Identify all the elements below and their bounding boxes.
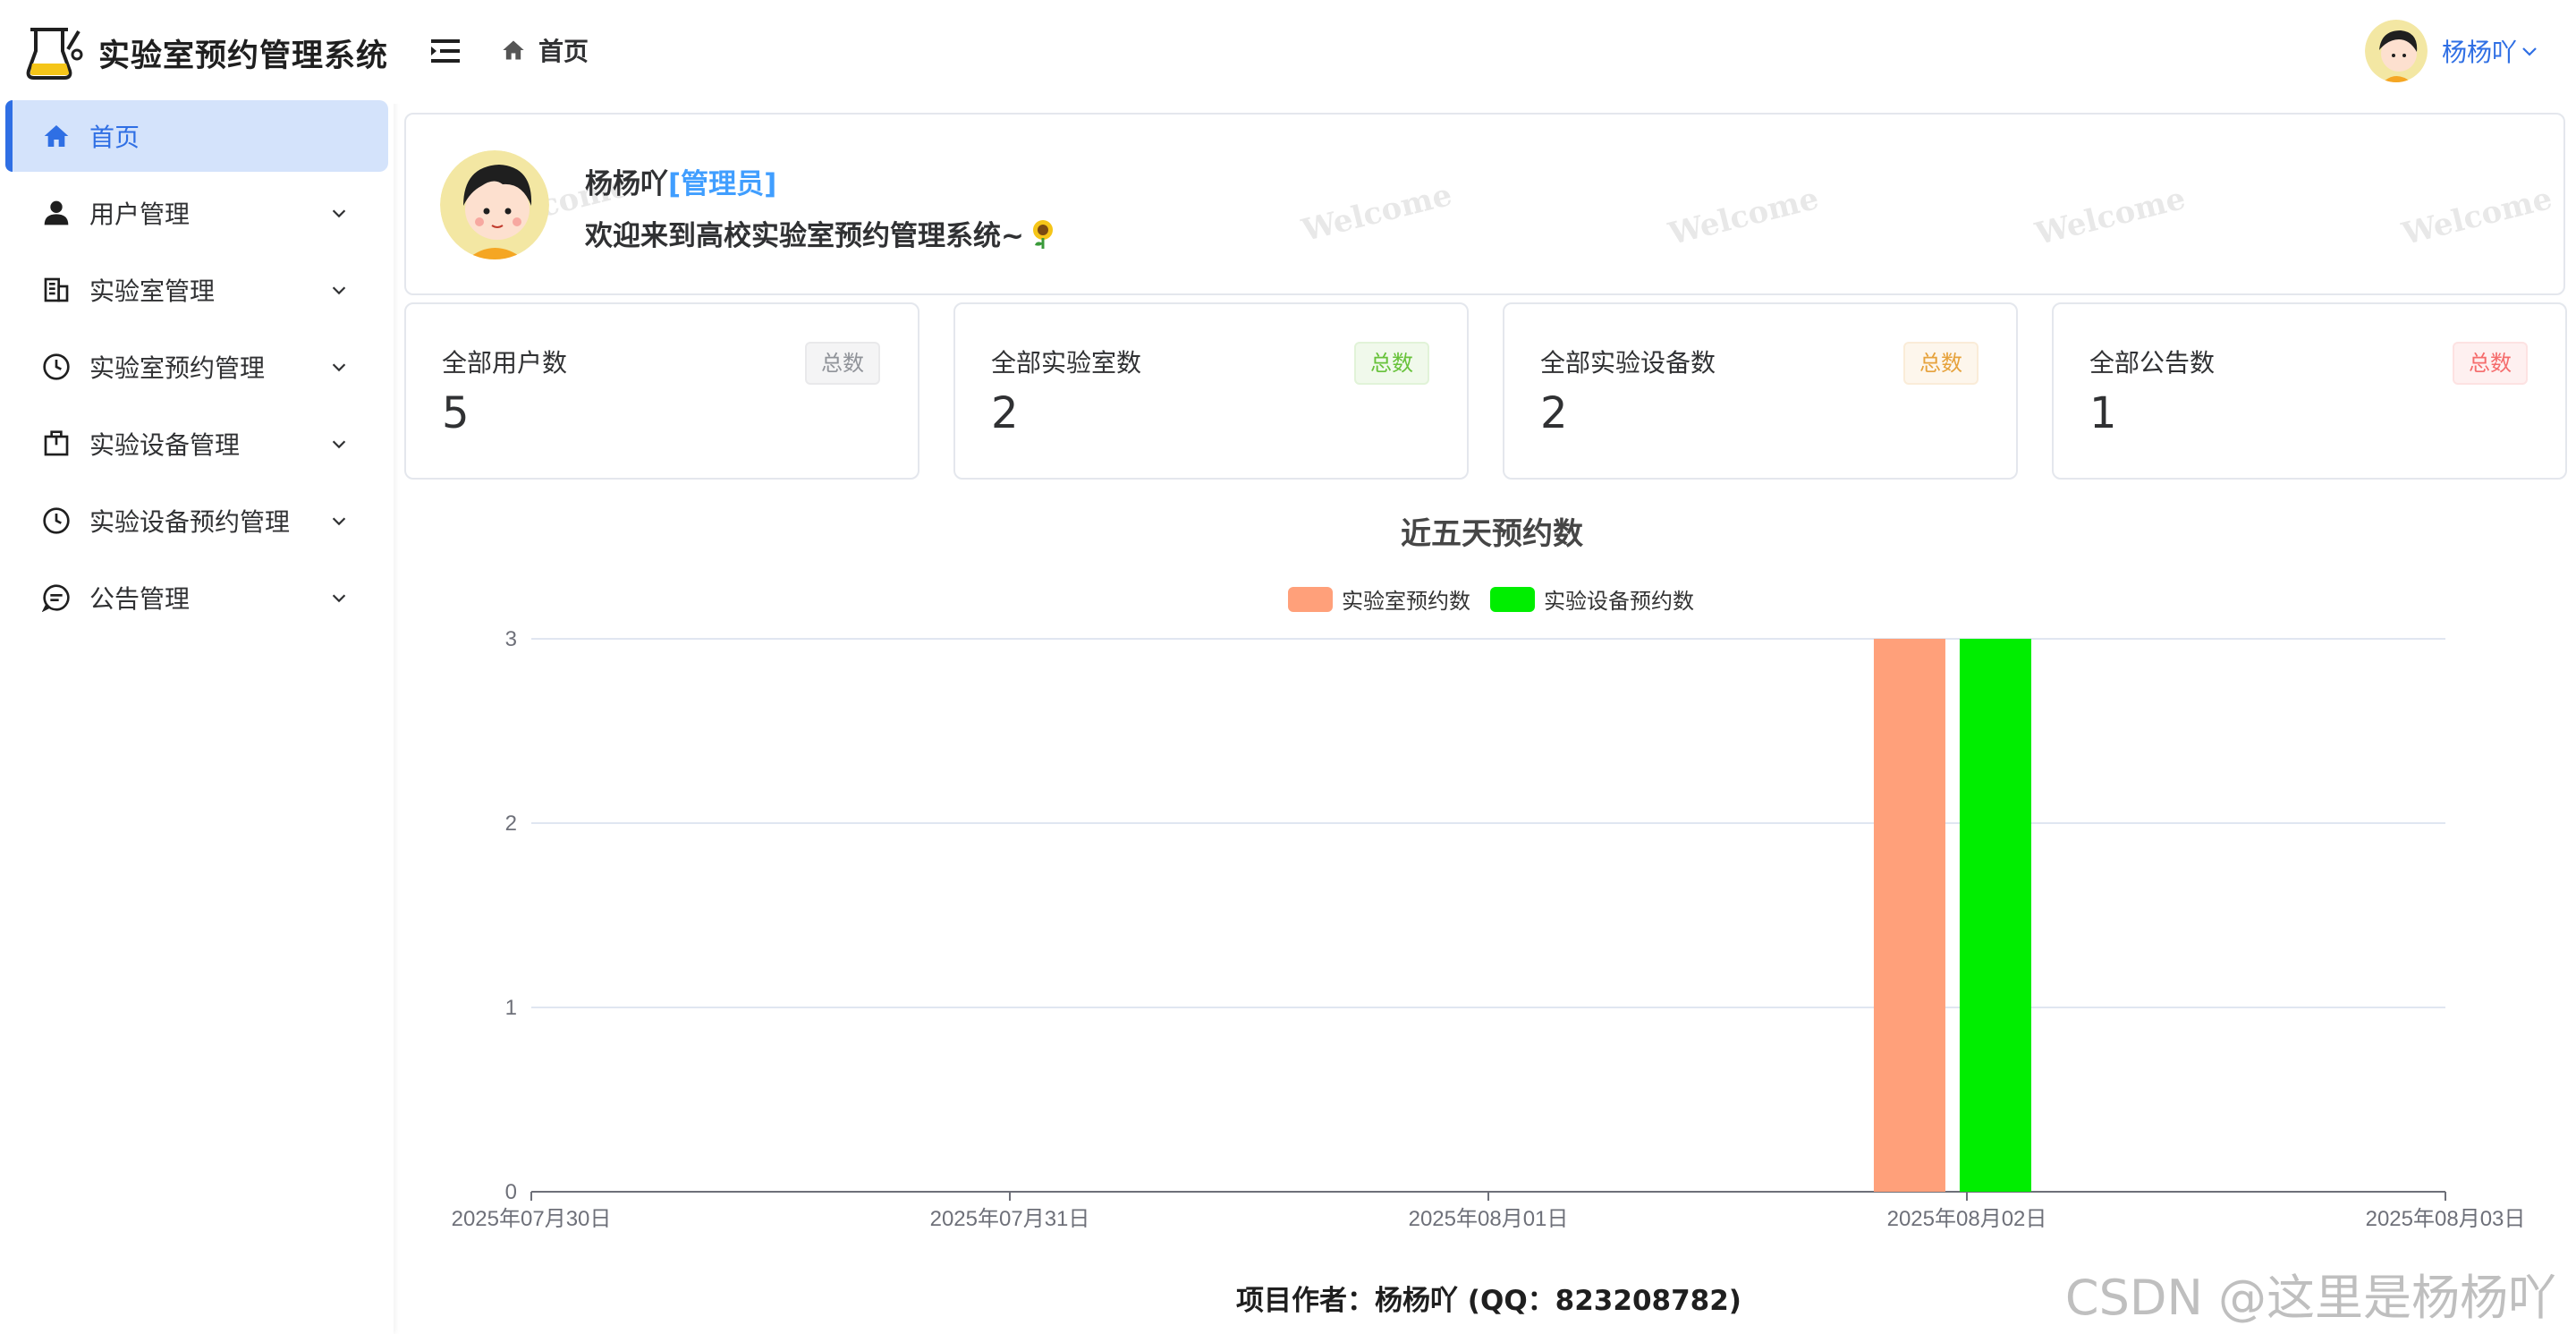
sidebar-menu: 首页 用户管理 实验室管理 实验室预约管理 实验设备管理 实验设备预约管理 公告…	[0, 100, 394, 639]
chevron-down-icon	[332, 594, 346, 603]
stat-label: 全部实验设备数	[1540, 348, 1716, 378]
brand[interactable]: 实验室预约管理系统	[25, 23, 388, 82]
sidebar-item-label: 用户管理	[89, 200, 191, 229]
stat-label: 全部公告数	[2089, 348, 2216, 378]
chart-title: 近五天预约数	[1401, 517, 1583, 551]
stat-card-notices: 全部公告数 1 总数	[2052, 302, 2567, 480]
sidebar-item-label: 实验设备预约管理	[89, 507, 291, 537]
y-tick-label: 1	[505, 996, 517, 1020]
welcome-watermark: Welcome	[1298, 176, 1456, 250]
bar	[1873, 639, 1945, 1192]
box-icon	[41, 429, 72, 459]
sunflower-icon	[1032, 219, 1053, 249]
stat-tag: 总数	[1903, 342, 1979, 385]
y-tick-label: 3	[505, 627, 517, 651]
bar	[1959, 639, 2031, 1192]
booking-chart: 近五天预约数实验室预约数 实验设备预约数 0 1 2 3 2025年07月30日 2025年0…	[404, 501, 2565, 1235]
corner-watermark: CSDN @这里是杨杨吖	[2064, 1270, 2556, 1326]
sidebar-item-label: 实验设备管理	[89, 430, 241, 460]
stat-tag: 总数	[2453, 342, 2528, 385]
stat-card-equipment: 全部实验设备数 2 总数	[1503, 302, 2018, 480]
sidebar-item-lab-booking[interactable]: 实验室预约管理	[5, 331, 388, 403]
legend-swatch	[1288, 587, 1333, 612]
breadcrumb-label: 首页	[538, 37, 589, 66]
chat-icon	[41, 582, 72, 613]
bar-chart-svg: 近五天预约数实验室预约数 实验设备预约数 0 1 2 3 2025年07月30日 2025年0…	[452, 517, 2526, 1231]
header-username: 杨杨吖	[2441, 38, 2517, 67]
sidebar: 实验室预约管理系统 首页 用户管理 实验室管理 实验室预约管理 实验设备管理 实…	[0, 0, 394, 1334]
breadcrumb[interactable]: 首页	[501, 32, 589, 68]
top-header: 首页 杨杨吖	[394, 0, 2576, 104]
welcome-watermark: Welcome	[2398, 180, 2556, 253]
legend-label: 实验设备预约数	[1544, 590, 1694, 614]
app-root: 实验室预约管理系统 首页 用户管理 实验室管理 实验室预约管理 实验设备管理 实…	[0, 0, 2576, 1334]
welcome-watermark: Welcome	[1665, 180, 1823, 253]
sidebar-item-label: 首页	[89, 123, 140, 152]
sidebar-item-equipment-booking[interactable]: 实验设备预约管理	[5, 485, 388, 557]
sidebar-item-label: 实验室管理	[89, 276, 216, 306]
clock-icon	[41, 352, 72, 382]
sidebar-item-equipment[interactable]: 实验设备管理	[5, 408, 388, 480]
avatar	[440, 150, 549, 259]
chevron-down-icon	[332, 440, 346, 449]
welcome-name: 杨杨吖[管理员]	[585, 161, 776, 201]
collapse-menu-icon[interactable]	[431, 38, 462, 64]
stat-card-users: 全部用户数 5 总数	[404, 302, 919, 480]
sidebar-item-label: 实验室预约管理	[89, 353, 266, 383]
home-icon	[503, 40, 524, 60]
welcome-username: 杨杨吖	[585, 168, 668, 200]
chevron-down-icon	[2522, 47, 2537, 56]
sidebar-item-users[interactable]: 用户管理	[5, 177, 388, 249]
welcome-message: 欢迎来到高校实验室预约管理系统~	[585, 213, 1056, 253]
building-icon	[41, 275, 72, 305]
brand-title: 实验室预约管理系统	[98, 38, 389, 74]
stat-card-labs: 全部实验室数 2 总数	[953, 302, 1469, 480]
x-tick-label: 2025年08月03日	[2366, 1207, 2526, 1231]
sidebar-item-home[interactable]: 首页	[5, 100, 388, 172]
stat-value: 1	[2089, 388, 2117, 438]
avatar	[2364, 20, 2428, 82]
stat-value: 2	[991, 388, 1019, 438]
welcome-message-text: 欢迎来到高校实验室预约管理系统~	[585, 220, 1024, 252]
welcome-watermark: Welcome	[2031, 180, 2190, 253]
stat-value: 5	[442, 388, 470, 438]
y-tick-label: 2	[505, 811, 517, 836]
welcome-role: [管理员]	[668, 168, 777, 200]
stat-tag: 总数	[1354, 342, 1429, 385]
home-icon	[41, 121, 72, 151]
clock-icon	[41, 506, 72, 536]
chevron-down-icon	[332, 363, 346, 372]
stat-label: 全部实验室数	[991, 348, 1142, 378]
stat-value: 2	[1540, 388, 1568, 438]
sidebar-item-labs[interactable]: 实验室管理	[5, 254, 388, 326]
user-icon	[41, 198, 72, 228]
user-menu[interactable]: 杨杨吖	[2364, 20, 2540, 82]
x-tick-label: 2025年07月31日	[930, 1207, 1090, 1231]
stat-label: 全部用户数	[442, 348, 568, 378]
x-tick-label: 2025年08月02日	[1887, 1207, 2047, 1231]
chevron-down-icon	[332, 517, 346, 526]
x-tick-label: 2025年08月01日	[1409, 1207, 1569, 1231]
sidebar-item-label: 公告管理	[89, 584, 191, 614]
legend-label: 实验室预约数	[1342, 590, 1470, 614]
stat-tag: 总数	[805, 342, 880, 385]
sidebar-item-notices[interactable]: 公告管理	[5, 562, 388, 633]
footer-author: 项目作者：杨杨吖 (QQ：823208782)	[1236, 1285, 1741, 1317]
welcome-card: Welcome Welcome Welcome Welcome Welcome …	[404, 113, 2565, 295]
x-tick-label: 2025年07月30日	[452, 1207, 612, 1231]
flask-logo-icon	[26, 28, 83, 80]
y-tick-label: 0	[505, 1180, 517, 1204]
chevron-down-icon	[332, 209, 346, 218]
legend-swatch	[1490, 587, 1535, 612]
chevron-down-icon	[332, 286, 346, 295]
